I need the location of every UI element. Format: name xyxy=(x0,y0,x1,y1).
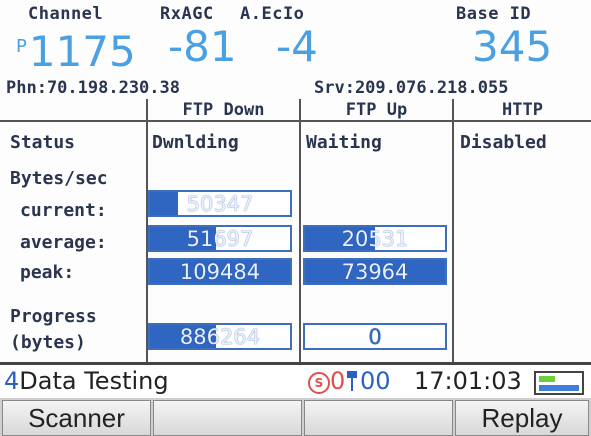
bar-value: 73964 xyxy=(341,260,409,284)
baseid-value: 345 xyxy=(472,22,553,71)
bar-value: 50347 xyxy=(186,192,254,216)
softkey-bar: Scanner Replay xyxy=(0,398,591,436)
softkey-replay[interactable]: Replay xyxy=(455,400,589,436)
ecio-value: -4 xyxy=(276,22,318,71)
phone-address: Phn:70.198.230.38 xyxy=(6,78,180,98)
progress-label: Progress xyxy=(10,306,97,327)
signal-pin-icon xyxy=(345,369,359,391)
baseid-label: Base ID xyxy=(456,4,532,24)
col-header-ftp-down: FTP Down xyxy=(182,100,265,120)
bar-value: 20531 xyxy=(341,227,409,251)
softkey-3[interactable] xyxy=(304,400,453,436)
peak-label: peak: xyxy=(20,262,75,283)
ftp-up-progress-bar: 0 xyxy=(303,323,447,350)
column-divider xyxy=(452,99,454,362)
status-label: Status xyxy=(10,132,76,153)
ftp-up-status: Waiting xyxy=(306,132,382,153)
s-circle-icon: S xyxy=(308,372,330,394)
app-title: 4Data Testing xyxy=(4,367,169,395)
ftp-down-status: Dwnlding xyxy=(152,132,239,153)
ftp-down-current-bar: 50347 xyxy=(148,190,292,217)
app-name: Data Testing xyxy=(19,367,169,395)
app-number: 4 xyxy=(4,367,20,395)
softkey-2[interactable] xyxy=(153,400,302,436)
ftp-down-progress-bar: 886264 xyxy=(148,323,292,350)
column-divider xyxy=(299,99,301,362)
http-status: Disabled xyxy=(460,132,547,153)
ftp-down-average-bar: 51697 xyxy=(148,225,292,252)
device-screen: Channel RxAGC A.EcIo Base ID P1175 -81 -… xyxy=(0,0,591,436)
progress-unit-label: (bytes) xyxy=(10,332,86,353)
clock-time: 17:01:03 xyxy=(414,367,522,395)
ecio-label: A.EcIo xyxy=(240,4,305,24)
channel-label: Channel xyxy=(28,4,104,24)
ftp-up-average-bar: 20531 xyxy=(303,225,447,252)
bar-value: 0 xyxy=(368,325,382,349)
channel-prefix: P xyxy=(16,36,27,57)
battery-level-green xyxy=(539,376,555,382)
current-label: current: xyxy=(20,200,107,221)
count-a: 0 xyxy=(330,367,346,395)
softkey-scanner[interactable]: Scanner xyxy=(2,400,151,436)
col-header-ftp-up: FTP Up xyxy=(345,100,408,120)
col-header-http: HTTP xyxy=(502,100,543,120)
bar-value: 109484 xyxy=(179,260,261,284)
battery-icon xyxy=(534,371,584,395)
ftp-down-peak-bar: 109484 xyxy=(148,258,292,285)
rxagc-label: RxAGC xyxy=(160,4,214,24)
rxagc-value: -81 xyxy=(168,22,237,71)
channel-number: 1175 xyxy=(28,27,136,76)
count-b: 00 xyxy=(360,367,391,395)
battery-level-blue xyxy=(539,385,579,391)
server-address: Srv:209.076.218.055 xyxy=(314,78,509,98)
average-label: average: xyxy=(20,232,107,253)
status-bar: 4Data Testing S 0 00 17:01:03 xyxy=(0,362,591,401)
bar-value: 51697 xyxy=(186,227,254,251)
bytes-per-sec-label: Bytes/sec xyxy=(10,168,108,189)
bar-value: 886264 xyxy=(179,325,261,349)
ftp-up-peak-bar: 73964 xyxy=(303,258,447,285)
channel-value: P1175 xyxy=(16,26,136,73)
